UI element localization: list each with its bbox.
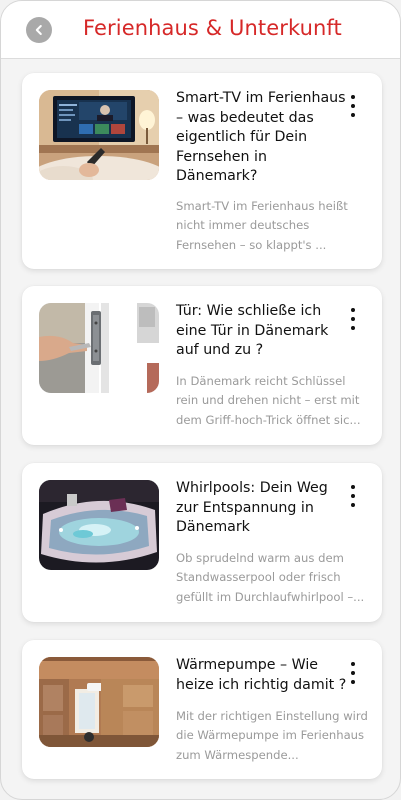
more-vertical-icon [351, 308, 355, 312]
article-card-smart-tv[interactable]: Smart-TV im Ferienhaus – was bedeutet da… [22, 73, 382, 269]
article-card-heat-pump[interactable]: Wärmepumpe – Wie heize ich richtig damit… [22, 640, 382, 779]
article-excerpt: Mit der richtigen Einstellung wird die W… [176, 709, 368, 762]
more-options-button[interactable] [346, 308, 360, 330]
app-frame: Ferienhaus & Unterkunft Smart-TV im Feri… [0, 0, 401, 800]
header-bar: Ferienhaus & Unterkunft [1, 1, 400, 59]
article-excerpt: Smart-TV im Ferienhaus heißt nicht immer… [176, 199, 348, 252]
article-excerpt: Ob sprudelnd warm aus dem Standwasserpoo… [176, 551, 365, 604]
more-vertical-icon [351, 662, 355, 666]
article-title[interactable]: Tür: Wie schließe ich eine Tür in Dänema… [176, 302, 348, 361]
back-button[interactable] [26, 17, 52, 43]
chevron-left-icon [35, 25, 42, 35]
more-options-button[interactable] [346, 95, 360, 117]
article-card-whirlpool[interactable]: Whirlpools: Dein Weg zur Entspannung in … [22, 463, 382, 622]
article-thumbnail [39, 303, 159, 393]
article-card-door[interactable]: Tür: Wie schließe ich eine Tür in Dänema… [22, 286, 382, 445]
article-title[interactable]: Smart-TV im Ferienhaus – was bedeutet da… [176, 89, 348, 187]
more-options-button[interactable] [346, 485, 360, 507]
more-vertical-icon [351, 485, 355, 489]
more-vertical-icon [351, 95, 355, 99]
article-title[interactable]: Whirlpools: Dein Weg zur Entspannung in … [176, 479, 348, 538]
page-title: Ferienhaus & Unterkunft [83, 16, 342, 40]
article-thumbnail [39, 90, 159, 180]
article-thumbnail [39, 657, 159, 747]
more-options-button[interactable] [346, 662, 360, 684]
article-thumbnail [39, 480, 159, 570]
article-excerpt: In Dänemark reicht Schlüssel rein und dr… [176, 374, 361, 427]
article-title[interactable]: Wärmepumpe – Wie heize ich richtig damit… [176, 656, 348, 695]
